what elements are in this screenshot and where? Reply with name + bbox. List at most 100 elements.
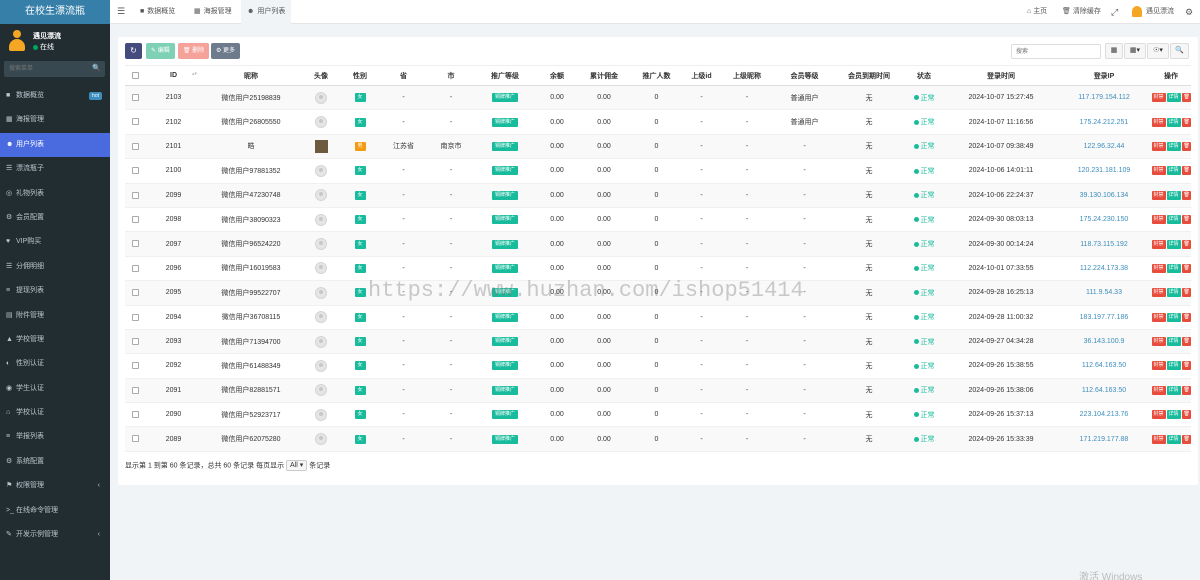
- tab-1[interactable]: ▦ 海报管理: [188, 0, 238, 24]
- delete-row-button[interactable]: 🗑: [1181, 141, 1191, 151]
- default-avatar-icon[interactable]: [315, 384, 327, 397]
- row-checkbox[interactable]: [132, 264, 139, 272]
- sidebar-item-9[interactable]: ▤ 附件管理: [0, 304, 110, 328]
- ban-button[interactable]: 封禁: [1151, 312, 1166, 322]
- export-icon[interactable]: ☉▾: [1147, 43, 1169, 59]
- default-avatar-icon[interactable]: [315, 335, 327, 348]
- row-checkbox[interactable]: [132, 167, 139, 175]
- detail-button[interactable]: 详情: [1166, 434, 1181, 444]
- table-row[interactable]: 2089 微信用户62075280 女 - - 铜牌推广 0.00 0.00 0 - - - 无 正常 20…: [125, 426, 1191, 452]
- status-badge[interactable]: 正常: [913, 241, 935, 248]
- table-search-input[interactable]: [1011, 44, 1101, 59]
- clear-cache-button[interactable]: 🗑 清除缓存: [1062, 0, 1101, 24]
- more-button[interactable]: ⚙ 更多: [211, 43, 241, 59]
- status-badge[interactable]: 正常: [913, 119, 935, 126]
- ban-button[interactable]: 封禁: [1151, 239, 1166, 249]
- default-avatar-icon[interactable]: [315, 116, 327, 129]
- row-checkbox[interactable]: [132, 191, 139, 199]
- sidebar-item-18[interactable]: ✎ 开发示例管理 ‹: [0, 523, 110, 547]
- login-ip-link[interactable]: 122.96.32.44: [1084, 143, 1125, 150]
- app-title[interactable]: 在校生漂流瓶: [0, 0, 110, 24]
- login-ip-link[interactable]: 112.64.163.50: [1082, 362, 1126, 369]
- default-avatar-icon[interactable]: [315, 286, 327, 299]
- sidebar-item-15[interactable]: ⚙ 系统配置: [0, 450, 110, 474]
- tab-2[interactable]: ☻ 用户列表: [241, 0, 292, 24]
- login-ip-link[interactable]: 36.143.100.9: [1084, 338, 1125, 345]
- tab-0[interactable]: ■ 数据概览: [134, 0, 181, 24]
- row-checkbox[interactable]: [132, 362, 139, 370]
- table-row[interactable]: 2092 微信用户61488349 女 - - 铜牌推广 0.00 0.00 0 - - - 无 正常 20…: [125, 353, 1191, 379]
- select-all-checkbox[interactable]: [132, 71, 139, 79]
- detail-button[interactable]: 详情: [1166, 263, 1181, 273]
- delete-row-button[interactable]: 🗑: [1181, 190, 1191, 200]
- sidebar-item-13[interactable]: ⌂ 学校认证: [0, 401, 110, 425]
- menu-toggle-icon[interactable]: ☰: [117, 6, 125, 17]
- delete-button[interactable]: 🗑 删除: [178, 43, 210, 59]
- table-row[interactable]: 2100 微信用户97881352 女 - - 铜牌推广 0.00 0.00 0 - - - 无 正常 20…: [125, 158, 1191, 184]
- sidebar-item-3[interactable]: ☰ 漂流瓶子: [0, 157, 110, 181]
- detail-button[interactable]: 详情: [1166, 239, 1181, 249]
- user-menu[interactable]: 遇见漂流: [1132, 0, 1174, 24]
- ban-button[interactable]: 封禁: [1151, 361, 1166, 371]
- delete-row-button[interactable]: 🗑: [1181, 117, 1191, 127]
- status-badge[interactable]: 正常: [913, 412, 935, 419]
- row-checkbox[interactable]: [132, 215, 139, 223]
- ban-button[interactable]: 封禁: [1151, 141, 1166, 151]
- login-ip-link[interactable]: 175.24.230.150: [1080, 216, 1129, 223]
- status-badge[interactable]: 正常: [913, 387, 935, 394]
- default-avatar-icon[interactable]: [315, 408, 327, 421]
- ban-button[interactable]: 封禁: [1151, 288, 1166, 298]
- sidebar-item-14[interactable]: ≡ 举报列表: [0, 425, 110, 449]
- detail-button[interactable]: 详情: [1166, 166, 1181, 176]
- row-checkbox[interactable]: [132, 411, 139, 419]
- login-ip-link[interactable]: 112.64.163.50: [1082, 387, 1126, 394]
- detail-button[interactable]: 详情: [1166, 410, 1181, 420]
- row-checkbox[interactable]: [132, 142, 139, 150]
- default-avatar-icon[interactable]: [315, 213, 327, 226]
- home-link[interactable]: ⌂ 主页: [1027, 0, 1047, 24]
- table-row[interactable]: 2094 微信用户36708115 女 - - 铜牌推广 0.00 0.00 0 - - - 无 正常 20…: [125, 305, 1191, 330]
- detail-button[interactable]: 详情: [1166, 190, 1181, 200]
- table-row[interactable]: 2103 微信用户25198839 女 - - 铜牌推广 0.00 0.00 0 - - 普通用户 无 正…: [125, 85, 1191, 111]
- detail-button[interactable]: 详情: [1166, 361, 1181, 371]
- row-checkbox[interactable]: [132, 118, 139, 126]
- menu-search-input[interactable]: [4, 61, 86, 77]
- delete-row-button[interactable]: 🗑: [1181, 263, 1191, 273]
- status-badge[interactable]: 正常: [913, 168, 935, 175]
- ban-button[interactable]: 封禁: [1151, 215, 1166, 225]
- sidebar-item-2[interactable]: ☻ 用户列表: [0, 132, 110, 158]
- table-row[interactable]: 2096 微信用户16019583 女 - - 铜牌推广 0.00 0.00 0 - - - 无 正常 20…: [125, 256, 1191, 282]
- detail-button[interactable]: 详情: [1166, 337, 1181, 347]
- default-avatar-icon[interactable]: [315, 91, 327, 104]
- detail-button[interactable]: 详情: [1166, 141, 1181, 151]
- delete-row-button[interactable]: 🗑: [1181, 361, 1191, 371]
- status-badge[interactable]: 正常: [913, 363, 935, 370]
- sidebar-item-11[interactable]: ◐ 性别认证: [0, 352, 110, 376]
- login-ip-link[interactable]: 118.73.115.192: [1080, 241, 1128, 248]
- login-ip-link[interactable]: 117.179.154.112: [1078, 94, 1130, 101]
- detail-button[interactable]: 详情: [1166, 312, 1181, 322]
- sidebar-item-5[interactable]: ⚙ 会员配置: [0, 206, 110, 230]
- ban-button[interactable]: 封禁: [1151, 166, 1166, 176]
- table-row[interactable]: 2093 微信用户71394700 女 - - 铜牌推广 0.00 0.00 0 - - - 无 正常 20…: [125, 329, 1191, 355]
- status-badge[interactable]: 正常: [913, 143, 935, 150]
- detail-button[interactable]: 详情: [1166, 385, 1181, 395]
- delete-row-button[interactable]: 🗑: [1181, 288, 1191, 298]
- detail-button[interactable]: 详情: [1166, 93, 1181, 103]
- table-row[interactable]: 2099 微信用户47230748 女 - - 铜牌推广 0.00 0.00 0 - - - 无 正常 20…: [125, 183, 1191, 208]
- row-checkbox[interactable]: [132, 240, 139, 248]
- login-ip-link[interactable]: 175.24.212.251: [1080, 119, 1129, 126]
- row-checkbox[interactable]: [132, 94, 139, 102]
- delete-row-button[interactable]: 🗑: [1181, 312, 1191, 322]
- default-avatar-icon[interactable]: [315, 262, 327, 275]
- status-badge[interactable]: 正常: [913, 436, 935, 443]
- row-checkbox[interactable]: [132, 386, 139, 394]
- login-ip-link[interactable]: 111.9.54.33: [1086, 289, 1122, 296]
- status-badge[interactable]: 正常: [913, 95, 935, 102]
- row-checkbox[interactable]: [132, 337, 139, 345]
- table-row[interactable]: 2091 微信用户82881571 女 - - 铜牌推广 0.00 0.00 0 - - - 无 正常 20…: [125, 378, 1191, 404]
- login-ip-link[interactable]: 120.231.181.109: [1078, 167, 1131, 174]
- fullscreen-icon[interactable]: ⤢: [1111, 0, 1118, 24]
- ban-button[interactable]: 封禁: [1151, 337, 1166, 347]
- status-badge[interactable]: 正常: [913, 339, 935, 346]
